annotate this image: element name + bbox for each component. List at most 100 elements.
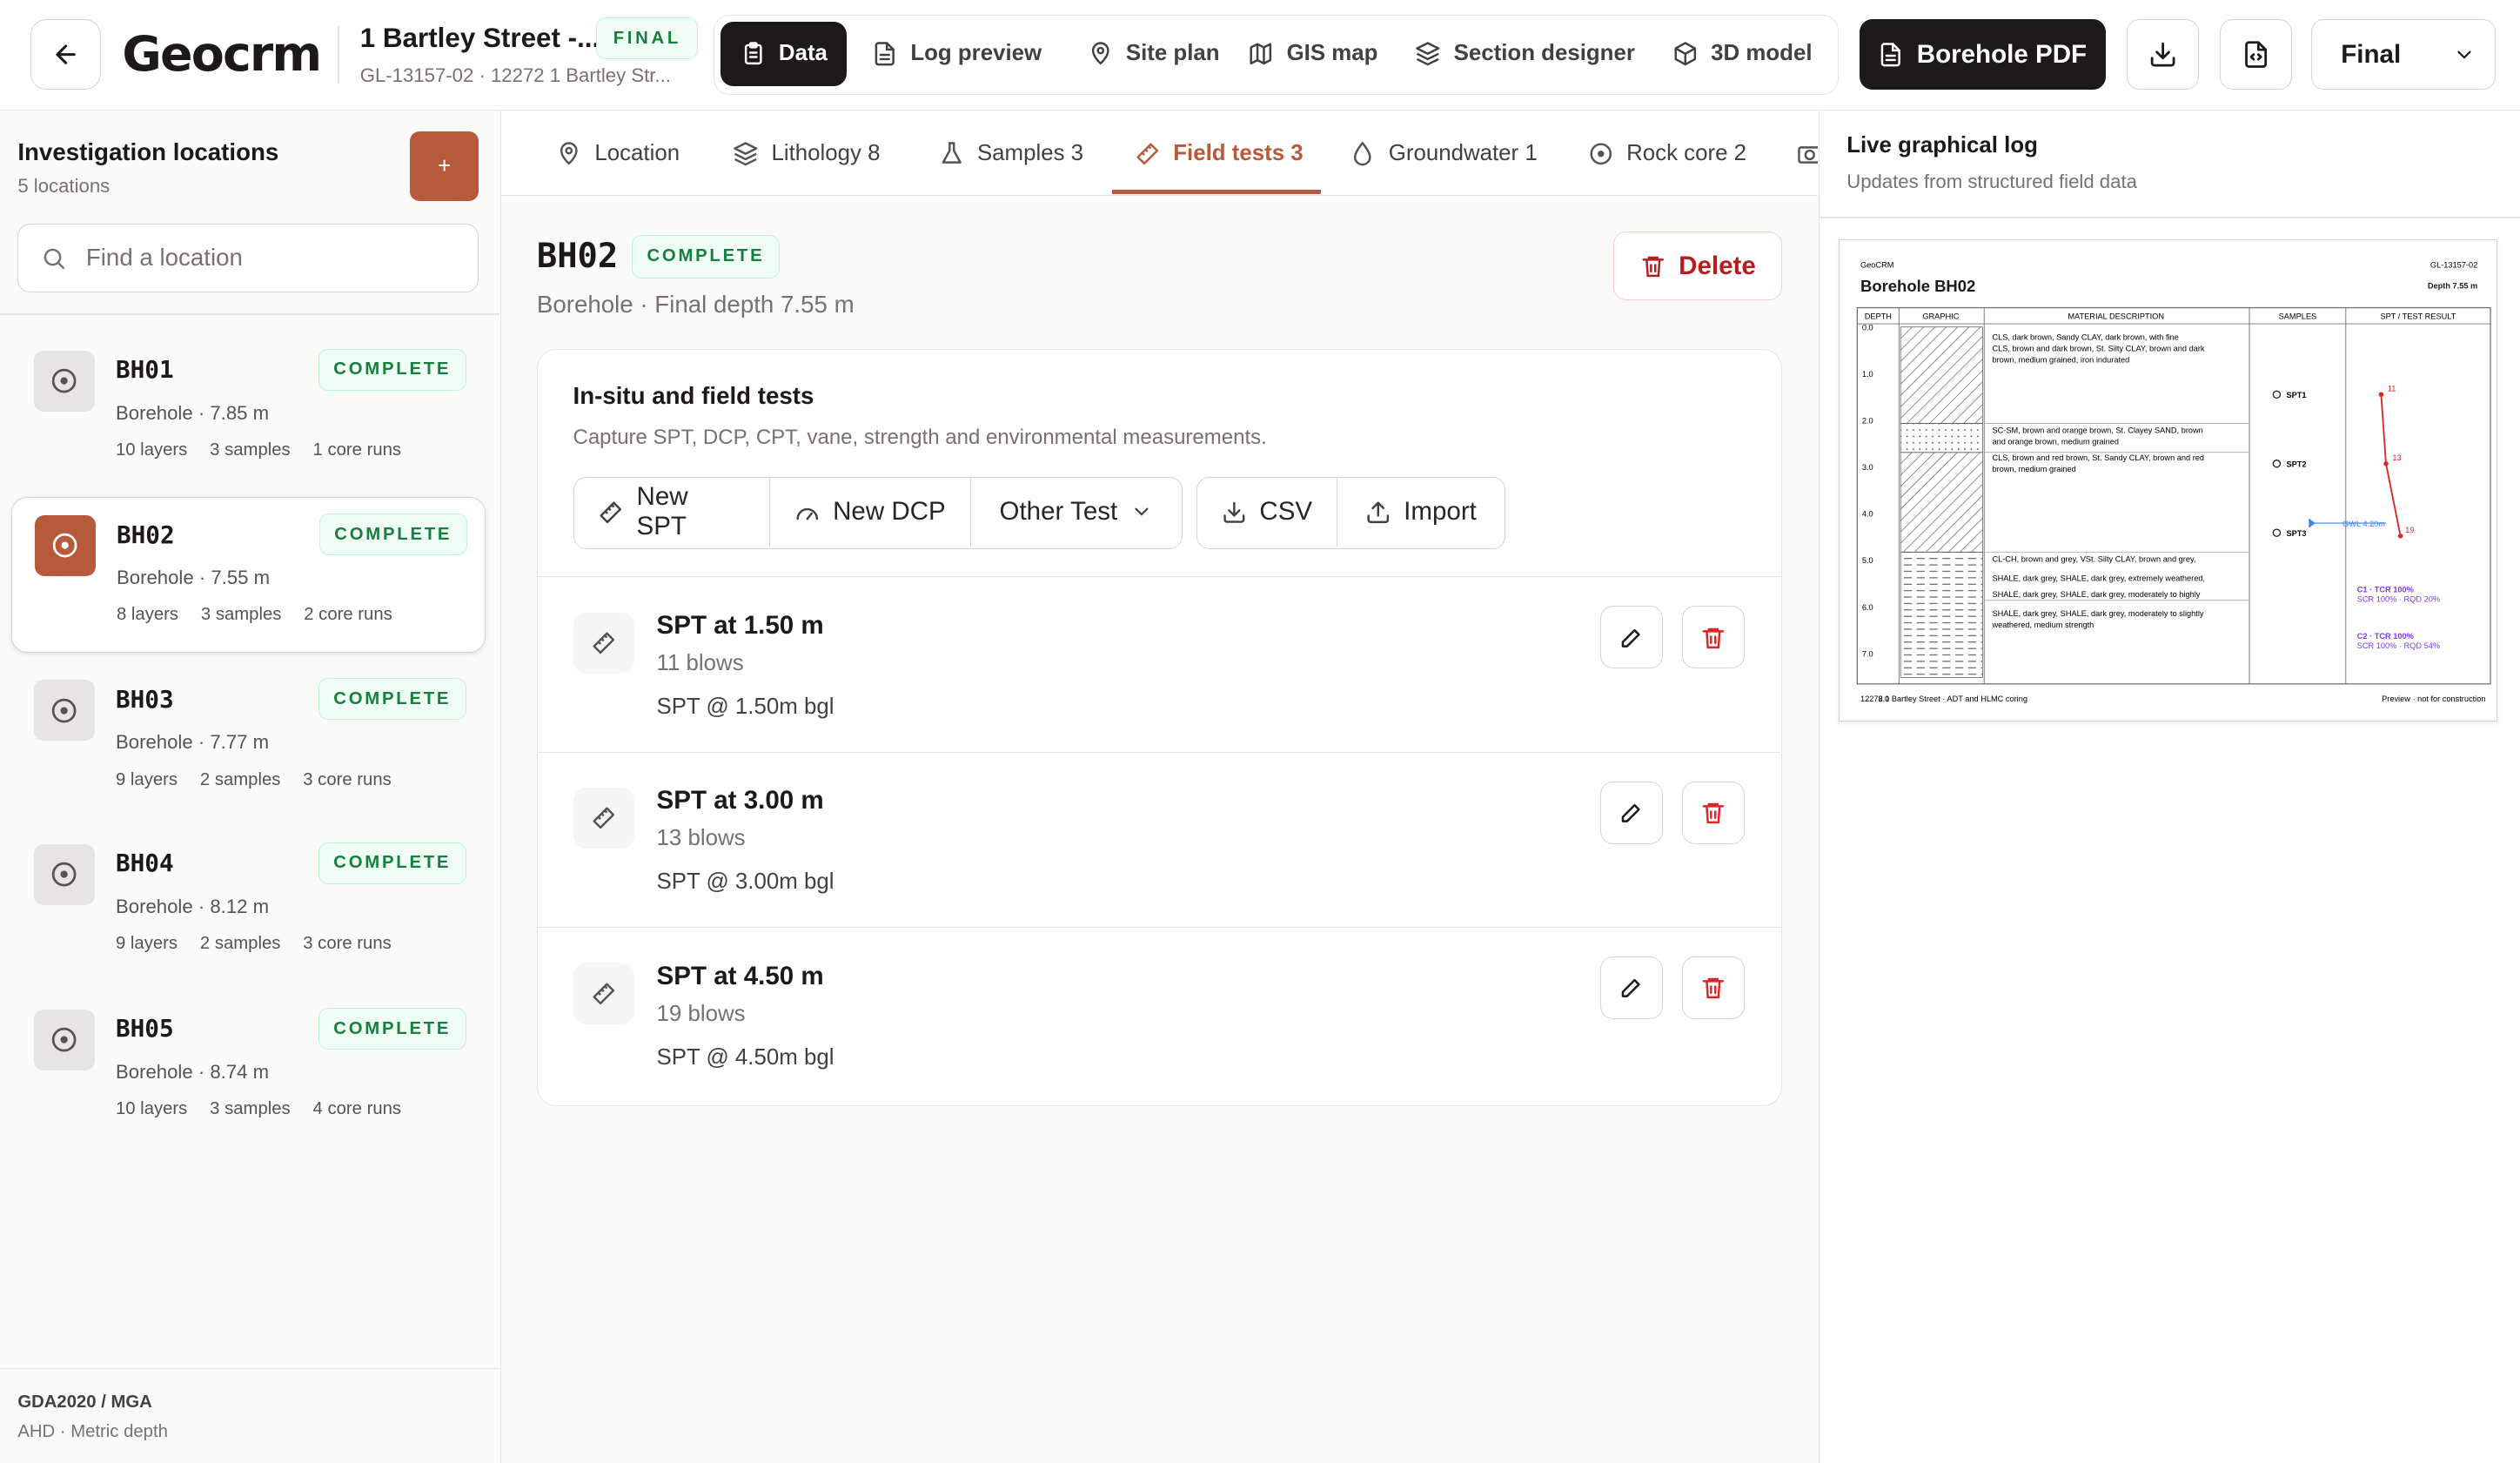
tab-lithology[interactable]: Lithology 8 <box>733 111 881 195</box>
core-run-label: C1 · TCR 100% <box>2357 586 2414 594</box>
other-test-button[interactable]: Other Test <box>971 478 1182 547</box>
status-badge: COMPLETE <box>631 234 780 279</box>
log-description: brown, medium grained <box>1992 465 2075 473</box>
sidebar-divider <box>0 313 500 315</box>
tab-location[interactable]: Location <box>556 111 680 195</box>
export-file-button[interactable] <box>2219 19 2292 91</box>
delete-location-button[interactable]: Delete <box>1613 231 1783 301</box>
edit-test-button[interactable] <box>1599 956 1663 1020</box>
sample-label: SPT1 <box>2286 391 2306 399</box>
test-row[interactable]: SPT at 4.50 m 19 blows SPT @ 4.50m bgl <box>537 926 1780 1102</box>
status-badge: COMPLETE <box>318 348 466 391</box>
location-icon <box>34 515 96 577</box>
location-item-bh03[interactable]: BH03 COMPLETE Borehole · 7.77 m 9 layers… <box>11 662 486 818</box>
location-item-bh01[interactable]: BH01 COMPLETE Borehole · 7.85 m 10 layer… <box>11 332 486 488</box>
project-subtitle: GL-13157-02 · 12272 1 Bartley Str... <box>359 64 671 86</box>
top-bar: Geocrm 1 Bartley Street -... FINAL GL-13… <box>0 0 2520 111</box>
back-button[interactable] <box>30 19 102 91</box>
test-title: SPT at 4.50 m <box>656 961 824 990</box>
depth-tick: 0.0 <box>1862 324 1873 332</box>
field-tests-card: In-situ and field tests Capture SPT, DCP… <box>536 348 1783 1106</box>
tab-rock-core[interactable]: Rock core 2 <box>1588 111 1746 195</box>
location-stats: 9 layers 2 samples 3 core runs <box>116 770 392 790</box>
spt-point <box>2397 534 2403 539</box>
samples-count: 2 samples <box>199 934 281 954</box>
log-depth: Depth 7.55 m <box>2428 282 2477 291</box>
file-code-icon <box>2244 41 2267 69</box>
status-select[interactable]: Final <box>2310 19 2497 91</box>
borehole-pdf-label: Borehole PDF <box>1916 39 2088 69</box>
groundwater-marker <box>2309 518 2316 528</box>
core-run-detail: SCR 100% · RQD 54% <box>2357 641 2440 650</box>
project-title: 1 Bartley Street -... <box>359 22 600 53</box>
status-badge: COMPLETE <box>318 1008 466 1050</box>
sample-label: SPT3 <box>2286 529 2306 538</box>
tab-field-tests[interactable]: Field tests 3 <box>1135 111 1304 195</box>
delete-test-button[interactable] <box>1681 956 1745 1020</box>
ruler-icon <box>593 807 614 829</box>
spt-point <box>2383 461 2389 466</box>
spt-point <box>2378 392 2384 398</box>
app-window: Geocrm 1 Bartley Street -... FINAL GL-13… <box>0 0 2520 1463</box>
log-col-header: DEPTH <box>1865 312 1892 321</box>
log-description: SHALE, dark grey, SHALE, dark grey, mode… <box>1992 590 2200 599</box>
test-note: SPT @ 1.50m bgl <box>656 695 834 720</box>
sidebar-footer: GDA2020 / MGA AHD · Metric depth <box>0 1367 500 1463</box>
graphical-log-preview[interactable]: GeoCRM GL-13157-02 Borehole BH02 Depth 7… <box>1838 239 2498 722</box>
borehole-pdf-button[interactable]: Borehole PDF <box>1859 19 2106 91</box>
nav-gis-map-label: GIS map <box>1286 41 1378 66</box>
nav-gis-map[interactable]: GIS map <box>1229 22 1397 86</box>
delete-test-button[interactable] <box>1681 606 1745 669</box>
csv-export-button[interactable]: CSV <box>1197 477 1337 547</box>
new-dcp-button[interactable]: New DCP <box>770 477 971 547</box>
spt-line <box>2380 394 2402 537</box>
app-logo: Geocrm <box>122 26 322 83</box>
tab-samples-label: Samples 3 <box>976 140 1084 165</box>
sidebar-title: Investigation locations <box>17 138 279 165</box>
import-button[interactable]: Import <box>1337 478 1505 547</box>
tab-photos[interactable] <box>1797 111 1818 195</box>
trash-icon <box>1702 978 1725 999</box>
test-blows: 11 blows <box>656 651 744 676</box>
lithology-shale <box>1900 552 1983 678</box>
nav-data[interactable]: Data <box>720 21 848 86</box>
other-test-label: Other Test <box>999 497 1118 527</box>
edit-test-button[interactable] <box>1599 606 1663 669</box>
search-input[interactable] <box>85 244 440 272</box>
nav-3d-model[interactable]: 3D model <box>1653 22 1832 86</box>
tab-samples[interactable]: Samples 3 <box>939 111 1084 195</box>
status-badge: COMPLETE <box>318 678 466 721</box>
location-item-bh04[interactable]: BH04 COMPLETE Borehole · 8.12 m 9 layers… <box>11 826 486 982</box>
test-blows: 13 blows <box>656 826 746 851</box>
location-item-bh02[interactable]: BH02 COMPLETE Borehole · 7.55 m 8 layers… <box>10 496 486 653</box>
test-row[interactable]: SPT at 3.00 m 13 blows SPT @ 3.00m bgl <box>537 751 1780 927</box>
test-note: SPT @ 3.00m bgl <box>656 869 834 895</box>
page-title: BH02 <box>536 236 619 276</box>
log-svg: GeoCRM GL-13157-02 Borehole BH02 Depth 7… <box>1856 261 2491 703</box>
spt-value: 19 <box>2405 526 2414 534</box>
log-description: SHALE, dark grey, SHALE, dark grey, mode… <box>1992 609 2203 618</box>
nav-section-designer[interactable]: Section designer <box>1396 22 1654 86</box>
edit-test-button[interactable] <box>1599 781 1663 844</box>
map-icon <box>1250 43 1272 65</box>
log-description: CLS, brown and dark brown, St. Silty CLA… <box>1992 345 2204 353</box>
test-row[interactable]: SPT at 1.50 m 11 blows SPT @ 1.50m bgl <box>537 576 1780 751</box>
tab-groundwater[interactable]: Groundwater 1 <box>1350 111 1538 195</box>
log-description: weathered, medium strength <box>1991 621 2094 629</box>
graphical-log-panel: Live graphical log Updates from structur… <box>1819 111 2520 1463</box>
location-item-bh05[interactable]: BH05 COMPLETE Borehole · 8.74 m 10 layer… <box>11 992 486 1148</box>
core-runs-count: 1 core runs <box>312 440 402 460</box>
add-location-button[interactable]: + <box>409 131 479 201</box>
download-button[interactable] <box>2126 19 2199 91</box>
samples-count: 2 samples <box>199 769 281 789</box>
log-description: CLS, dark brown, Sandy CLAY, dark brown,… <box>1992 333 2178 342</box>
delete-test-button[interactable] <box>1681 781 1745 844</box>
locations-count: 5 locations <box>17 175 111 198</box>
nav-site-plan[interactable]: Site plan <box>1068 22 1238 86</box>
new-spt-button[interactable]: New SPT <box>574 477 770 547</box>
core-runs-count: 3 core runs <box>303 769 392 789</box>
download-icon <box>1223 501 1245 523</box>
nav-log-preview[interactable]: Log preview <box>853 22 1061 86</box>
pencil-icon <box>1621 628 1640 648</box>
test-title: SPT at 1.50 m <box>656 610 824 640</box>
